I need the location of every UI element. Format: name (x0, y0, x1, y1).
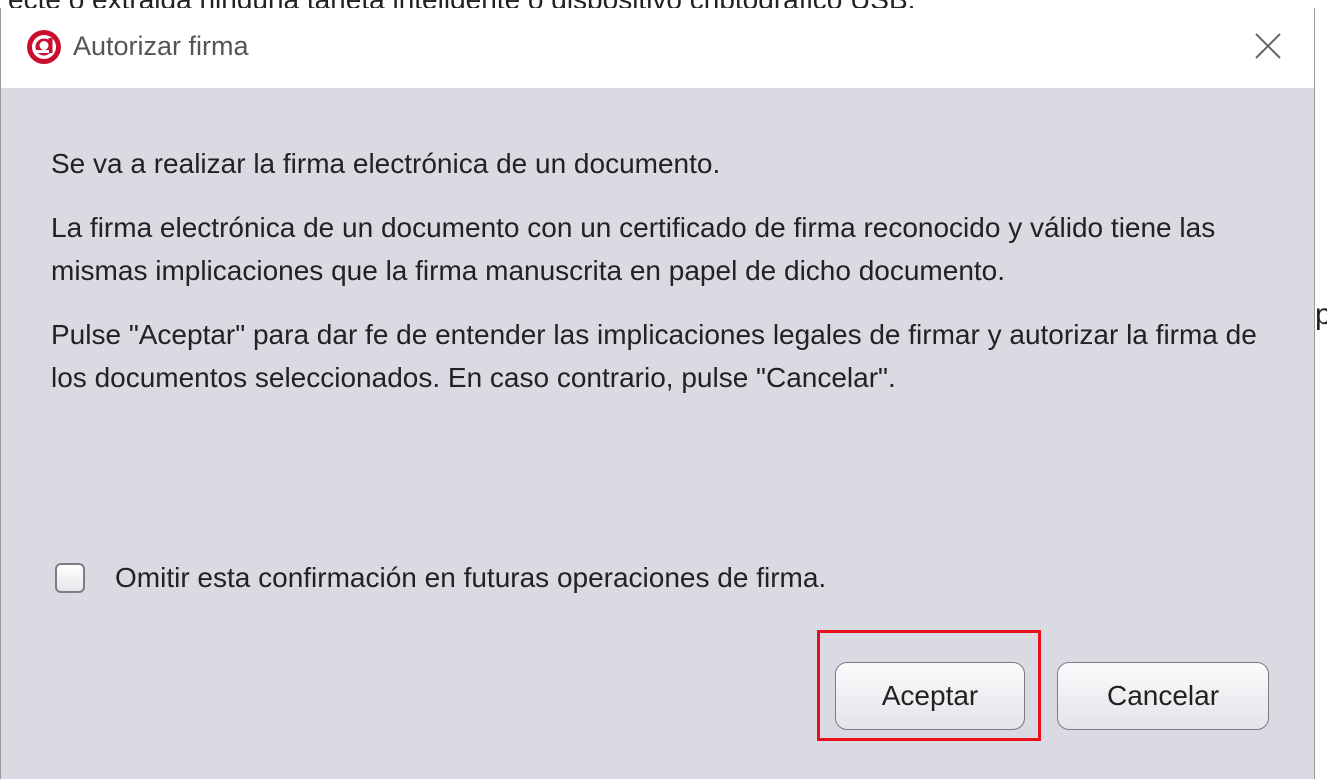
authorize-signature-dialog: Autorizar firma Se va a realizar la firm… (0, 8, 1315, 779)
accept-button[interactable]: Aceptar (835, 662, 1025, 730)
skip-confirmation-checkbox[interactable] (55, 563, 85, 593)
cancel-button[interactable]: Cancelar (1057, 662, 1269, 730)
autofirma-logo-icon (27, 30, 61, 64)
skip-confirmation-row[interactable]: Omitir esta confirmación en futuras oper… (55, 562, 826, 594)
background-right-char: p (1315, 298, 1327, 331)
message-paragraph-2: La firma electrónica de un documento con… (51, 212, 1216, 286)
message-paragraph-3: Pulse "Aceptar" para dar fe de entender … (51, 319, 1257, 393)
skip-confirmation-label[interactable]: Omitir esta confirmación en futuras oper… (115, 562, 826, 594)
dialog-message: Se va a realizar la firma electrónica de… (51, 142, 1281, 420)
close-icon[interactable] (1248, 26, 1288, 66)
message-paragraph-1: Se va a realizar la firma electrónica de… (51, 148, 721, 179)
dialog-titlebar: Autorizar firma (1, 8, 1314, 88)
dialog-title: Autorizar firma (73, 31, 249, 61)
